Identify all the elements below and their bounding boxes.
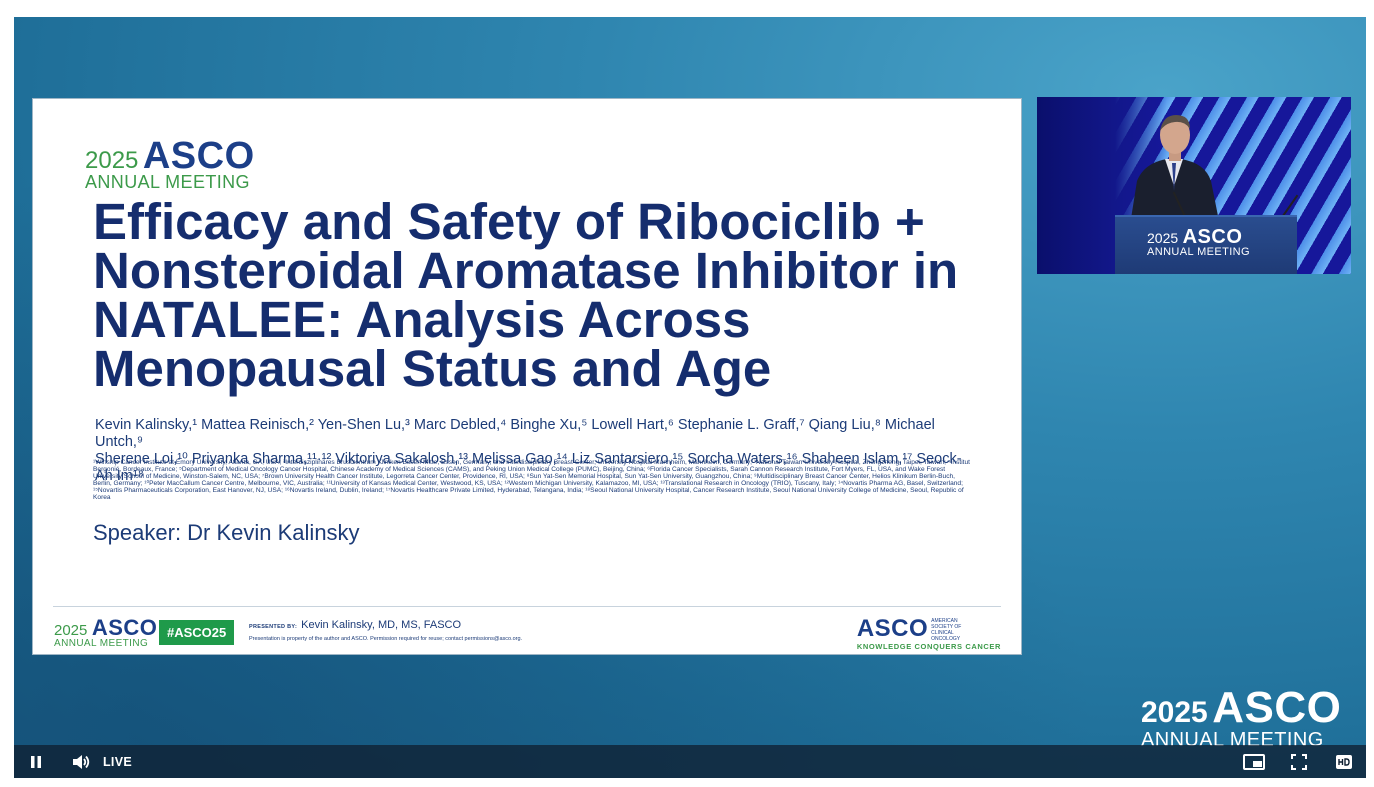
slide-speaker: Speaker: Dr Kevin Kalinsky (93, 520, 360, 545)
asco-society-logo: ASCO AMERICAN SOCIETY OF CLINICAL ONCOLOG… (856, 615, 1001, 651)
speaker-camera-feed: 2025 ASCO ANNUAL MEETING (1037, 97, 1351, 274)
pause-button[interactable] (24, 745, 48, 778)
speaker-figure (1129, 115, 1221, 231)
player-control-bar: LIVE (14, 745, 1366, 778)
presentation-slide: 2025 ASCO ANNUAL MEETING Efficacy and Sa… (32, 98, 1022, 655)
volume-button[interactable] (68, 745, 94, 778)
volume-icon (73, 754, 90, 769)
slide-affiliations: ¹Winship Cancer Institute at Emory Unive… (93, 459, 970, 501)
quality-button[interactable] (1331, 745, 1357, 778)
picture-in-picture-icon (1243, 753, 1265, 770)
podium-asco-logo: 2025 ASCO ANNUAL MEETING (1147, 226, 1250, 258)
video-player[interactable]: 2025 ASCO ANNUAL MEETING Efficacy and Sa… (14, 17, 1366, 778)
slide-asco-logo: 2025 ASCO ANNUAL MEETING (85, 137, 255, 191)
lectern: 2025 ASCO ANNUAL MEETING (1115, 215, 1297, 274)
fullscreen-icon (1291, 753, 1307, 770)
authors-line: Kevin Kalinsky,¹ Mattea Reinisch,² Yen-S… (95, 417, 935, 450)
presented-by: PRESENTED BY: Kevin Kalinsky, MD, MS, FAS… (249, 619, 462, 631)
picture-in-picture-button[interactable] (1241, 745, 1267, 778)
hd-icon (1336, 754, 1352, 769)
pause-icon (31, 755, 41, 768)
hashtag-badge: #ASCO25 (159, 620, 235, 645)
brand-sub: ANNUAL MEETING (85, 172, 250, 192)
footer-asco-logo: 2025 ASCO ANNUAL MEETING (54, 615, 158, 649)
brand-name: ASCO (142, 135, 255, 177)
slide-footer: 2025 ASCO ANNUAL MEETING #ASCO25 PRESENT… (53, 606, 1001, 651)
fullscreen-button[interactable] (1286, 745, 1312, 778)
live-indicator: LIVE (103, 755, 132, 769)
asco-watermark: 2025 ASCO ANNUAL MEETING (1141, 683, 1342, 751)
slide-title: Efficacy and Safety of Ribociclib + Nons… (93, 193, 959, 397)
brand-year: 2025 (85, 147, 139, 174)
copyright-notice: Presentation is property of the author a… (249, 636, 523, 642)
presenter-name: Kevin Kalinsky, MD, MS, FASCO (301, 619, 462, 631)
